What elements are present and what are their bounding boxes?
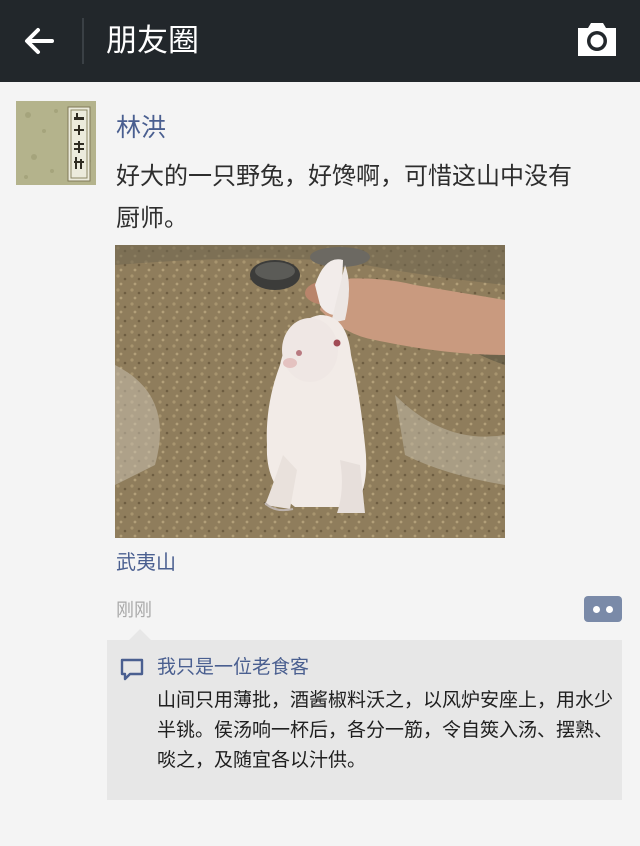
author-name[interactable]: 林洪 <box>116 111 166 145</box>
camera-icon <box>578 23 616 56</box>
post-location[interactable]: 武夷山 <box>116 548 176 576</box>
comment-text: 山间只用薄批，酒酱椒料沃之，以风炉安座上，用水少半铫。侯汤响一杯后，各分一筋，令… <box>157 689 614 771</box>
top-bar: 朋友圈 <box>0 0 640 82</box>
arrow-left-icon <box>25 28 54 54</box>
comment-author[interactable]: 我只是一位老食客 <box>157 653 309 681</box>
comment-bubble-icon <box>120 658 144 681</box>
comment-panel: 我只是一位老食客 山间只用薄批，酒酱椒料沃之，以风炉安座上，用水少半铫。侯汤响一… <box>107 629 622 800</box>
post-time: 刚刚 <box>116 600 152 621</box>
more-dot <box>606 606 613 613</box>
camera-button[interactable] <box>574 18 620 60</box>
more-dots-icon[interactable] <box>584 596 622 622</box>
post-text: 好大的一只野兔，好馋啊，可惜这山中没有厨师。 <box>116 162 572 232</box>
comment-caret <box>129 629 151 640</box>
page-title: 朋友圈 <box>106 23 199 59</box>
author-avatar[interactable] <box>16 101 96 185</box>
post-photo[interactable] <box>115 245 505 538</box>
more-dot <box>593 606 600 613</box>
back-button[interactable] <box>18 20 62 62</box>
header-divider <box>82 18 84 64</box>
